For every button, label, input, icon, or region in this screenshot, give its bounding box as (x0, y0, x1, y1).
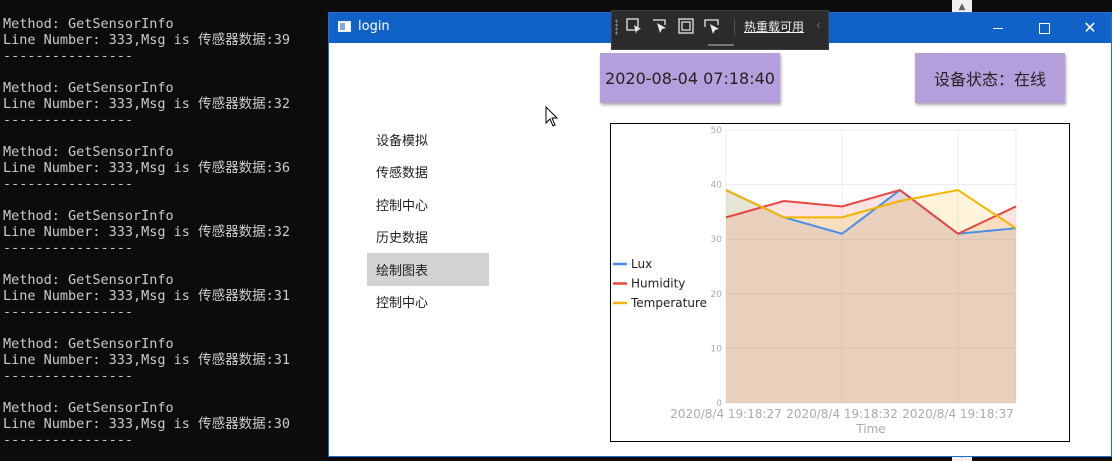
log-method: Method: GetSensorInfo (3, 272, 174, 288)
window-title: login (358, 19, 390, 34)
log-message: Line Number: 333,Msg is 传感器数据:31 (3, 352, 290, 368)
log-separator: ---------------- (3, 176, 134, 192)
nav-item-device-simulation[interactable]: 设备模拟 (367, 123, 489, 156)
nav-item-control-center-2[interactable]: 控制中心 (367, 286, 489, 319)
close-icon: ✕ (1083, 18, 1097, 37)
log-separator: ---------------- (3, 240, 134, 256)
console-output: Method: GetSensorInfo Line Number: 333,Ms… (0, 0, 328, 461)
device-status-badge: 设备状态：在线 (915, 53, 1065, 103)
close-button[interactable]: ✕ (1067, 13, 1112, 43)
nav-menu: 设备模拟 传感数据 控制中心 历史数据 绘制图表 控制中心 (367, 123, 489, 318)
mouse-cursor-icon (545, 106, 559, 127)
y-tick-label: 10 (711, 344, 723, 354)
legend-label-humidity: Humidity (631, 277, 685, 291)
app-icon (338, 21, 351, 32)
nav-item-history-data[interactable]: 历史数据 (367, 221, 489, 254)
log-entry: Method: GetSensorInfo Line Number: 333,Ms… (3, 208, 290, 256)
active-tool-indicator (708, 44, 734, 46)
toolbar-divider (734, 19, 735, 35)
legend-label-temperature: Temperature (630, 296, 707, 310)
log-separator: ---------------- (3, 48, 134, 64)
hot-reload-toolbar: 热重载可用 ‹ (611, 10, 829, 50)
log-entry: Method: GetSensorInfo Line Number: 333,Ms… (3, 336, 290, 384)
x-tick-label: 2020/8/4 19:18:27 (670, 407, 782, 421)
sensor-chart: 0 10 20 30 40 50 2020/8/4 19:18:27 2020/8/4 19:… (610, 123, 1070, 442)
datetime-display: 2020-08-04 07:18:40 (600, 53, 780, 103)
y-tick-label: 50 (711, 126, 723, 136)
log-separator: ---------------- (3, 304, 134, 320)
log-message: Line Number: 333,Msg is 传感器数据:32 (3, 96, 290, 112)
hot-reload-status[interactable]: 热重载可用 (744, 18, 804, 35)
x-axis-label: Time (855, 422, 885, 436)
area-temperature (726, 190, 1016, 403)
nav-item-sensor-data[interactable]: 传感数据 (367, 156, 489, 189)
y-tick-label: 40 (711, 181, 723, 191)
log-method: Method: GetSensorInfo (3, 16, 174, 32)
x-tick-label: 2020/8/4 19:18:37 (902, 407, 1014, 421)
chart-canvas: 010203040502020/8/4 19:18:27 2020/8/4 19:… (613, 126, 1017, 436)
log-separator: ---------------- (3, 112, 134, 128)
log-message: Line Number: 333,Msg is 传感器数据:36 (3, 160, 290, 176)
legend-label-lux: Lux (631, 257, 652, 271)
nav-item-control-center[interactable]: 控制中心 (367, 188, 489, 221)
log-entry: Method: GetSensorInfo Line Number: 333,Ms… (3, 272, 290, 320)
log-entry: Method: GetSensorInfo Line Number: 333,Ms… (3, 400, 290, 448)
log-method: Method: GetSensorInfo (3, 336, 174, 352)
nav-item-draw-chart[interactable]: 绘制图表 (367, 253, 489, 286)
log-method: Method: GetSensorInfo (3, 208, 174, 224)
y-tick-label: 30 (711, 235, 723, 245)
log-method: Method: GetSensorInfo (3, 400, 174, 416)
log-method: Method: GetSensorInfo (3, 144, 174, 160)
y-tick-label: 20 (711, 290, 723, 300)
drag-grip-icon[interactable] (615, 19, 618, 35)
log-separator: ---------------- (3, 368, 134, 384)
log-message: Line Number: 333,Msg is 传感器数据:30 (3, 416, 290, 432)
log-separator: ---------------- (3, 432, 134, 448)
select-element-icon[interactable] (625, 17, 643, 35)
display-layout-icon[interactable] (677, 17, 695, 35)
pointer-icon[interactable] (651, 17, 669, 35)
log-message: Line Number: 333,Msg is 传感器数据:39 (3, 32, 290, 48)
log-entry: Method: GetSensorInfo Line Number: 333,Ms… (3, 80, 290, 128)
minimize-icon (993, 27, 1003, 29)
log-method: Method: GetSensorInfo (3, 80, 174, 96)
login-window: login ✕ 2020-08-04 07:18:40 设备状态：在线 设备模拟… (328, 12, 1112, 457)
log-message: Line Number: 333,Msg is 传感器数据:32 (3, 224, 290, 240)
track-focus-icon[interactable] (703, 17, 721, 35)
collapse-icon[interactable]: ‹ (816, 18, 821, 32)
minimize-button[interactable] (975, 13, 1021, 43)
maximize-icon (1038, 22, 1050, 34)
log-message: Line Number: 333,Msg is 传感器数据:31 (3, 288, 290, 304)
x-tick-label: 2020/8/4 19:18:32 (786, 407, 898, 421)
log-entry: Method: GetSensorInfo Line Number: 333,Ms… (3, 144, 290, 192)
maximize-button[interactable] (1021, 13, 1067, 43)
log-entry: Method: GetSensorInfo Line Number: 333,Ms… (3, 16, 290, 64)
